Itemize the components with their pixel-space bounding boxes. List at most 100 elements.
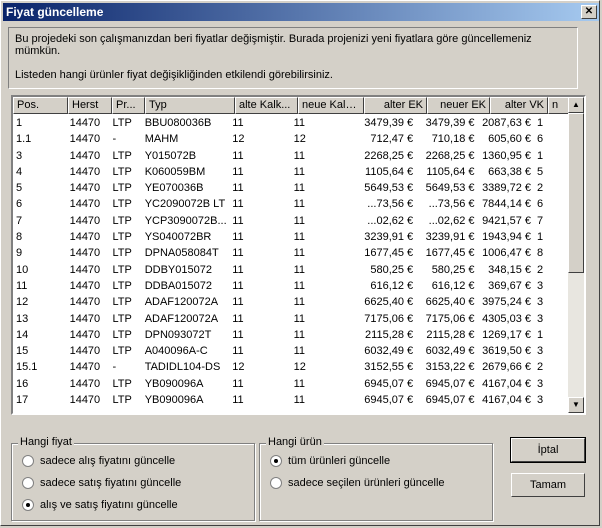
table-cell: BBU080036B bbox=[144, 117, 212, 129]
table-cell: 6625,40 € bbox=[364, 296, 414, 309]
table-cell: MAHM bbox=[144, 133, 179, 146]
table-cell: 3975,24 € bbox=[482, 296, 531, 309]
table-row[interactable]: 10 14470 LTP DDBY015072 11 11 580,25 € 580,25 €… bbox=[13, 262, 573, 278]
radio-purchase-and-sale[interactable]: alış ve satış fiyatını güncelle bbox=[22, 497, 178, 513]
table-cell: 11 bbox=[232, 182, 244, 195]
table-cell: 5649,53 € bbox=[425, 182, 475, 195]
table-row[interactable]: 8 14470 LTP YS040072BR 11 11 3239,91 € 3239,91 … bbox=[13, 229, 573, 245]
table-cell: LTP bbox=[112, 247, 132, 260]
column-header[interactable]: Typ bbox=[145, 97, 235, 114]
table-cell: 7175,06 € bbox=[425, 312, 475, 325]
table-row[interactable]: 7 14470 LTP YCP3090072B... 11 11 ...02,62 €...… bbox=[13, 213, 573, 229]
close-button[interactable]: ✕ bbox=[581, 5, 597, 19]
table-row[interactable]: 16 14470 LTP YB090096A 11 11 6945,07 € 6945,07 … bbox=[13, 376, 573, 392]
table-cell: 11 bbox=[293, 312, 305, 325]
table-cell: - bbox=[112, 361, 117, 374]
price-group: Hangi fiyat sadece alış fiyatını güncell… bbox=[11, 436, 255, 521]
scroll-thumb[interactable] bbox=[568, 113, 584, 273]
price-list[interactable]: Pos. Herst Pr... Typ alte Kalk... neue Kalk..… bbox=[11, 95, 586, 415]
table-cell: 3389,72 € bbox=[482, 182, 531, 195]
up-arrow-icon: ▲ bbox=[572, 100, 580, 109]
table-cell: ...02,62 € bbox=[428, 214, 475, 227]
table-cell: YS040072BR bbox=[144, 231, 212, 244]
table-cell: 14470 bbox=[69, 117, 101, 129]
column-header[interactable]: neue Kalk... bbox=[298, 97, 364, 114]
table-cell: 11 bbox=[293, 117, 305, 129]
table-cell: 2115,28 € bbox=[365, 328, 414, 341]
scroll-down-button[interactable]: ▼ bbox=[568, 397, 584, 413]
column-header[interactable]: Pos. bbox=[13, 97, 68, 114]
product-group: Hangi ürün tüm ürünleri güncelle sadece … bbox=[259, 436, 493, 521]
radio-all-products[interactable]: tüm ürünleri güncelle bbox=[270, 453, 390, 469]
table-cell: 6 bbox=[16, 198, 23, 211]
table-cell: 14470 bbox=[69, 198, 101, 211]
table-cell: 3479,39 € bbox=[425, 117, 475, 129]
table-cell: 11 bbox=[232, 279, 244, 292]
table-cell: 1 bbox=[16, 117, 23, 129]
table-cell: 7175,06 € bbox=[364, 312, 414, 325]
table-cell: 14470 bbox=[69, 377, 101, 390]
table-cell: 616,12 € bbox=[431, 279, 475, 292]
table-cell: LTP bbox=[112, 182, 132, 195]
column-header[interactable]: neuer EK bbox=[427, 97, 490, 114]
scroll-up-button[interactable]: ▲ bbox=[568, 97, 584, 113]
table-row[interactable]: 15 14470 LTP A040096A-C 11 11 6032,49 € 6032,49… bbox=[13, 343, 573, 359]
table-cell: 12 bbox=[232, 361, 245, 374]
radio-selected-products[interactable]: sadece seçilen ürünleri güncelle bbox=[270, 475, 445, 491]
table-cell: 15.1 bbox=[16, 361, 38, 374]
table-cell: YC2090072B LT bbox=[144, 198, 226, 211]
table-cell: 14470 bbox=[69, 133, 101, 146]
table-row[interactable]: 3 14470 LTP Y015072B 11 11 2268,25 € 2268,25 € 1… bbox=[13, 148, 573, 164]
table-row[interactable]: 1.1 14470- MAHM 12 12 712,47 € 710,18 € 605,60 … bbox=[13, 131, 573, 147]
table-row[interactable]: 14 14470 LTP DPN093072T 11 11 2115,28 € 2115,28… bbox=[13, 327, 573, 343]
price-group-label: Hangi fiyat bbox=[18, 436, 74, 448]
column-header[interactable]: alter VK bbox=[490, 97, 548, 114]
table-row[interactable]: 13 14470 LTP ADAF120072A 11 11 7175,06 € 7175,0… bbox=[13, 311, 573, 327]
radio-purchase-only[interactable]: sadece alış fiyatını güncelle bbox=[22, 453, 175, 469]
table-cell: 712,47 € bbox=[370, 133, 414, 146]
column-header[interactable]: Pr... bbox=[112, 97, 145, 114]
table-cell: 6032,49 € bbox=[364, 345, 414, 358]
column-header[interactable]: alte Kalk... bbox=[235, 97, 298, 114]
vertical-scrollbar[interactable]: ▲ ▼ bbox=[568, 97, 584, 413]
table-cell: 15 bbox=[16, 345, 29, 358]
table-cell: 11 bbox=[293, 345, 305, 358]
table-row[interactable]: 12 14470 LTP ADAF120072A 11 11 6625,40 € 6625,4… bbox=[13, 294, 573, 310]
column-header[interactable]: Herst bbox=[68, 97, 112, 114]
table-cell: 1006,47 € bbox=[482, 247, 531, 260]
ok-label: Tamam bbox=[529, 479, 567, 491]
table-row[interactable]: 11 14470 LTP DDBA015072 11 11 616,12 € 616,12 €… bbox=[13, 278, 573, 294]
radio-selected-icon bbox=[22, 499, 34, 512]
column-header[interactable]: alter EK bbox=[364, 97, 427, 114]
cancel-label: İptal bbox=[537, 444, 559, 456]
table-cell: 14470 bbox=[69, 345, 101, 358]
table-row[interactable]: 17 14470 LTP YB090096A 11 11 6945,07 € 6945,07 … bbox=[13, 392, 573, 408]
table-cell: 1.1 bbox=[16, 133, 32, 146]
table-row[interactable]: 1 14470 LTP BBU080036B 11 11 3479,39 € 3479,39 … bbox=[13, 115, 573, 131]
table-cell: 11 bbox=[232, 312, 244, 325]
title-bar: Fiyat güncelleme ✕ bbox=[3, 3, 599, 21]
table-cell: 14470 bbox=[69, 182, 101, 195]
table-row[interactable]: 15.1 14470- TADIDL104-DS 12 12 3152,55 € 3153,… bbox=[13, 359, 573, 375]
table-row[interactable]: 6 14470 LTP YC2090072B LT 11 11 ...73,56 € ...7… bbox=[13, 196, 573, 212]
table-cell: LTP bbox=[112, 328, 132, 341]
table-row[interactable]: 9 14470 LTP DPNA058084T 11 11 1677,45 € 1677,45… bbox=[13, 245, 573, 261]
cancel-button[interactable]: İptal bbox=[510, 437, 586, 463]
ok-button[interactable]: Tamam bbox=[511, 473, 585, 497]
radio-selected-icon bbox=[270, 455, 282, 468]
radio-sale-only[interactable]: sadece satış fiyatını güncelle bbox=[22, 475, 181, 491]
table-cell: 11 bbox=[232, 394, 244, 407]
table-cell: 11 bbox=[232, 377, 244, 390]
table-cell: LTP bbox=[112, 279, 132, 292]
table-cell: TADIDL104-DS bbox=[144, 361, 221, 374]
table-row[interactable]: 5 14470 LTP YE070036B 11 11 5649,53 € 5649,53 €… bbox=[13, 180, 573, 196]
table-cell: 4167,04 € bbox=[482, 377, 531, 390]
table-row[interactable]: 4 14470 LTP K060059BM 11 11 1105,64 € 1105,64 €… bbox=[13, 164, 573, 180]
table-cell: 12 bbox=[232, 133, 245, 146]
list-rows: 1 14470 LTP BBU080036B 11 11 3479,39 € 3479,39 … bbox=[13, 115, 573, 408]
table-cell: 2268,25 € bbox=[425, 149, 475, 162]
table-cell: 7844,14 € bbox=[482, 198, 531, 211]
table-cell: 616,12 € bbox=[370, 279, 414, 292]
table-cell: 1677,45 € bbox=[425, 247, 475, 260]
table-cell: 11 bbox=[293, 263, 305, 276]
